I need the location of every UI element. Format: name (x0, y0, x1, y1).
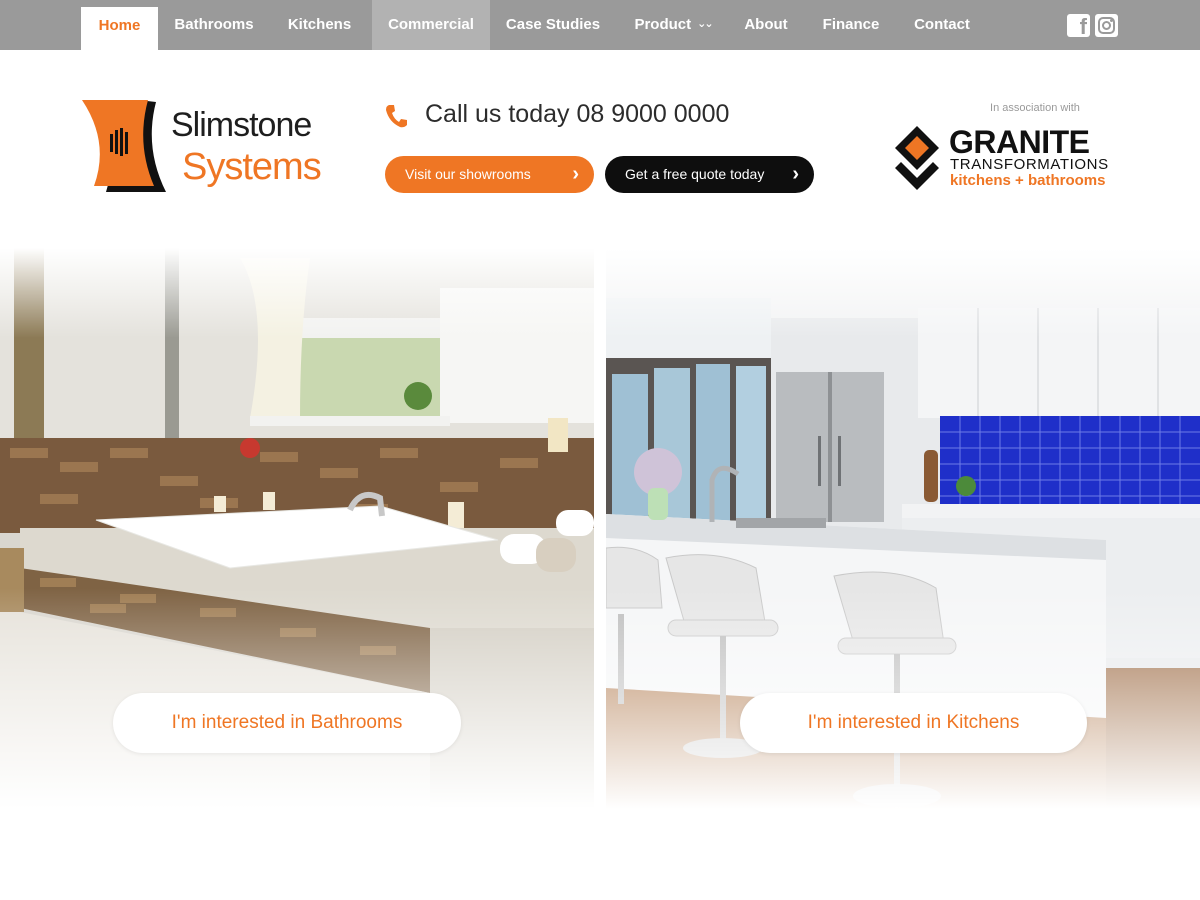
kitchens-interest-button[interactable]: I'm interested in Kitchens (740, 693, 1087, 753)
facebook-icon[interactable]: f (1067, 14, 1090, 39)
nav-about[interactable]: About (733, 0, 799, 50)
visit-showrooms-button[interactable]: Visit our showrooms › (385, 156, 594, 193)
granite-subtitle: TRANSFORMATIONS (950, 156, 1109, 173)
nav-finance[interactable]: Finance (810, 0, 892, 50)
nav-commercial[interactable]: Commercial (372, 0, 490, 50)
visit-showrooms-label: Visit our showrooms (405, 166, 531, 182)
kitchens-panel[interactable]: I'm interested in Kitchens (606, 248, 1200, 848)
association-caption: In association with (990, 102, 1080, 114)
nav-case-studies[interactable]: Case Studies (493, 0, 613, 50)
nav-product-label: Product (634, 16, 692, 33)
nav-kitchens[interactable]: Kitchens (272, 0, 367, 50)
panel-fade-top (0, 248, 594, 338)
free-quote-label: Get a free quote today (625, 166, 765, 182)
nav-contact[interactable]: Contact (902, 0, 982, 50)
top-navigation: Home Bathrooms Kitchens Commercial Case … (0, 0, 1200, 50)
slimstone-logo-mark (82, 100, 166, 192)
phone-number[interactable]: Call us today 08 9000 0000 (425, 100, 729, 129)
granite-tagline: kitchens + bathrooms (950, 172, 1106, 189)
nav-product[interactable]: Product ⌄⌄ (620, 0, 726, 50)
logo-text-systems: Systems (182, 146, 322, 188)
bathrooms-interest-button[interactable]: I'm interested in Bathrooms (113, 693, 461, 753)
logo-text-slimstone: Slimstone (171, 106, 312, 144)
chevron-right-icon: › (792, 163, 799, 185)
instagram-icon[interactable] (1095, 14, 1118, 37)
chevron-right-icon: › (572, 163, 579, 185)
panel-fade-top (606, 248, 1200, 338)
free-quote-button[interactable]: Get a free quote today › (605, 156, 814, 193)
slimstone-logo[interactable]: Slimstone Systems (80, 98, 340, 198)
nav-bathrooms[interactable]: Bathrooms (160, 0, 268, 50)
granite-transformations-logo[interactable]: GRANITE TRANSFORMATIONS kitchens + bathr… (893, 124, 1123, 194)
granite-diamond-icon (895, 126, 939, 190)
nav-home[interactable]: Home (81, 7, 158, 50)
bathrooms-panel[interactable]: I'm interested in Bathrooms (0, 248, 594, 848)
double-chevron-down-icon: ⌄⌄ (697, 18, 714, 30)
phone-icon (386, 105, 407, 128)
